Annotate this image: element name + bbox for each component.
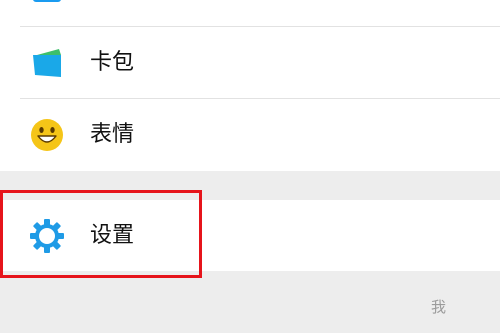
tab-me-label[interactable]: 我 (431, 300, 446, 315)
card-wallet-icon (33, 48, 61, 77)
smiley-face-icon (31, 118, 63, 151)
menu-item-stickers[interactable]: 表情 (0, 99, 500, 170)
menu-item-card-wallet-label: 卡包 (90, 49, 135, 75)
menu-item-album-label: 相册 (90, 0, 134, 3)
highlight-box (0, 190, 202, 278)
menu-group-top: 相册 卡包 表情 (0, 0, 500, 171)
menu-item-album[interactable]: 相册 (0, 0, 500, 27)
album-icon (33, 0, 61, 2)
menu-item-card-wallet[interactable]: 卡包 (0, 27, 500, 98)
menu-item-stickers-label: 表情 (90, 121, 135, 147)
